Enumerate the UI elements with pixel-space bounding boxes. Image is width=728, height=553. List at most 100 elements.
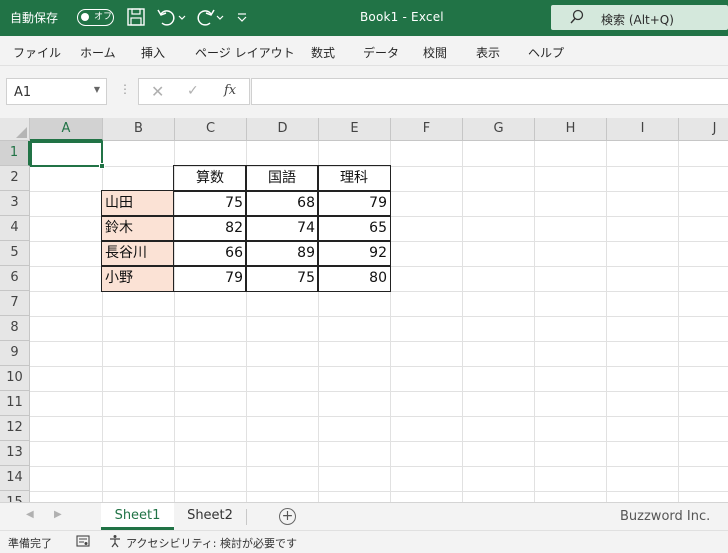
tab-page-layout[interactable]: ページ レイアウト — [195, 44, 295, 61]
tab-review[interactable]: 校閲 — [423, 44, 447, 61]
table-header-cell[interactable]: 国語 — [246, 166, 318, 191]
row-header[interactable]: 12 — [0, 416, 30, 441]
autosave-toggle-label: オフ — [94, 12, 113, 22]
tab-separator — [246, 509, 247, 525]
grid-line — [30, 366, 728, 367]
tab-file[interactable]: ファイル — [13, 44, 61, 61]
name-cell[interactable]: 鈴木 — [102, 216, 174, 241]
cancel-icon[interactable]: ✕ — [151, 82, 164, 101]
save-icon[interactable] — [125, 6, 147, 28]
grid-line — [30, 491, 728, 492]
row-header[interactable]: 6 — [0, 266, 30, 291]
score-cell[interactable]: 89 — [246, 241, 318, 266]
table-header-cell[interactable]: 算数 — [174, 166, 246, 191]
undo-icon[interactable] — [156, 6, 178, 28]
score-cell[interactable]: 79 — [174, 266, 246, 291]
row-header[interactable]: 5 — [0, 241, 30, 266]
row-header[interactable]: 7 — [0, 291, 30, 316]
column-header-f[interactable]: F — [391, 118, 463, 141]
accessibility-icon[interactable] — [108, 534, 122, 551]
row-header[interactable]: 15 — [0, 491, 30, 502]
toggle-knob — [81, 13, 89, 21]
sheet-tab-sheet1[interactable]: Sheet1 — [101, 503, 174, 530]
autosave-toggle[interactable]: オフ — [77, 9, 114, 26]
tab-home[interactable]: ホーム — [80, 44, 116, 61]
row-header[interactable]: 13 — [0, 441, 30, 466]
row-header[interactable]: 14 — [0, 466, 30, 491]
select-all-button[interactable] — [0, 118, 30, 141]
row-header[interactable]: 10 — [0, 366, 30, 391]
column-header-e[interactable]: E — [319, 118, 391, 141]
row-header[interactable]: 2 — [0, 166, 30, 191]
sheet-tab-label: Sheet1 — [114, 508, 161, 523]
column-header-d[interactable]: D — [247, 118, 319, 141]
scroll-right-icon[interactable]: ▶ — [54, 509, 62, 520]
formula-input[interactable] — [251, 78, 728, 105]
column-header-h[interactable]: H — [535, 118, 607, 141]
tab-data[interactable]: データ — [363, 44, 399, 61]
score-cell[interactable]: 82 — [174, 216, 246, 241]
row-header[interactable]: 3 — [0, 191, 30, 216]
name-cell[interactable]: 小野 — [102, 266, 174, 291]
watermark-text: Buzzword Inc. — [620, 509, 711, 524]
sheet-tab-bar: ◀ ▶ Sheet1 Sheet2 + Buzzword Inc. — [0, 502, 728, 530]
redo-dropdown-icon[interactable] — [215, 6, 225, 28]
table-header-cell[interactable]: 理科 — [318, 166, 390, 191]
title-bar: 自動保存 オフ Book1 - Excel 検索 (Alt+Q) — [0, 0, 728, 36]
column-header-a[interactable]: A — [30, 118, 103, 141]
chevron-down-icon[interactable]: ▼ — [94, 85, 100, 94]
score-cell[interactable]: 92 — [318, 241, 390, 266]
customize-toolbar-icon[interactable] — [235, 6, 249, 28]
tab-formulas[interactable]: 数式 — [311, 44, 335, 61]
enter-check-icon[interactable]: ✓ — [187, 83, 199, 99]
grid-line — [678, 141, 679, 502]
name-cell[interactable]: 山田 — [102, 191, 174, 216]
status-ready: 準備完了 — [8, 537, 52, 550]
formula-buttons: ✕ ✓ fx — [138, 78, 250, 105]
formula-bar: A1 ▼ ⋮ ✕ ✓ fx — [0, 66, 728, 118]
grid-line — [30, 291, 728, 292]
column-header-g[interactable]: G — [463, 118, 535, 141]
tab-view[interactable]: 表示 — [476, 44, 500, 61]
tab-insert[interactable]: 挿入 — [141, 44, 165, 61]
macro-record-icon[interactable] — [76, 534, 90, 551]
accessibility-status[interactable]: アクセシビリティ: 検討が必要です — [126, 535, 297, 551]
redo-icon[interactable] — [194, 6, 216, 28]
fill-handle[interactable] — [99, 163, 105, 169]
column-header-c[interactable]: C — [175, 118, 247, 141]
score-cell[interactable]: 80 — [318, 266, 390, 291]
column-header-j[interactable]: J — [679, 118, 728, 141]
score-cell[interactable]: 75 — [246, 266, 318, 291]
score-cell[interactable]: 79 — [318, 191, 390, 216]
grid-line — [30, 441, 728, 442]
splitter-dots-icon[interactable]: ⋮ — [119, 82, 131, 96]
insert-function-icon[interactable]: fx — [224, 83, 236, 98]
search-box[interactable]: 検索 (Alt+Q) — [551, 5, 728, 30]
grid-line — [534, 141, 535, 502]
score-cell[interactable]: 65 — [318, 216, 390, 241]
grid-line — [606, 141, 607, 502]
search-placeholder: 検索 (Alt+Q) — [601, 13, 674, 27]
row-header[interactable]: 11 — [0, 391, 30, 416]
score-cell[interactable]: 75 — [174, 191, 246, 216]
tab-help[interactable]: ヘルプ — [528, 44, 564, 61]
row-header[interactable]: 8 — [0, 316, 30, 341]
sheet-tab-sheet2[interactable]: Sheet2 — [175, 503, 245, 530]
worksheet-grid: A B C D E F G H I J 1 2 3 4 5 6 7 8 9 10… — [0, 118, 728, 502]
column-header-b[interactable]: B — [103, 118, 175, 141]
column-header-i[interactable]: I — [607, 118, 679, 141]
row-header[interactable]: 4 — [0, 216, 30, 241]
ribbon-tabs: ファイル ホーム 挿入 ページ レイアウト 数式 データ 校閲 表示 ヘルプ — [0, 36, 728, 66]
score-cell[interactable]: 68 — [246, 191, 318, 216]
grid-line — [30, 416, 728, 417]
name-box[interactable]: A1 ▼ — [6, 78, 107, 105]
row-header[interactable]: 9 — [0, 341, 30, 366]
row-header[interactable]: 1 — [0, 141, 30, 166]
undo-dropdown-icon[interactable] — [177, 6, 187, 28]
add-sheet-icon[interactable]: + — [279, 508, 296, 525]
scroll-left-icon[interactable]: ◀ — [26, 509, 34, 520]
active-cell-a1[interactable] — [30, 141, 105, 169]
name-cell[interactable]: 長谷川 — [102, 241, 174, 266]
score-cell[interactable]: 74 — [246, 216, 318, 241]
score-cell[interactable]: 66 — [174, 241, 246, 266]
